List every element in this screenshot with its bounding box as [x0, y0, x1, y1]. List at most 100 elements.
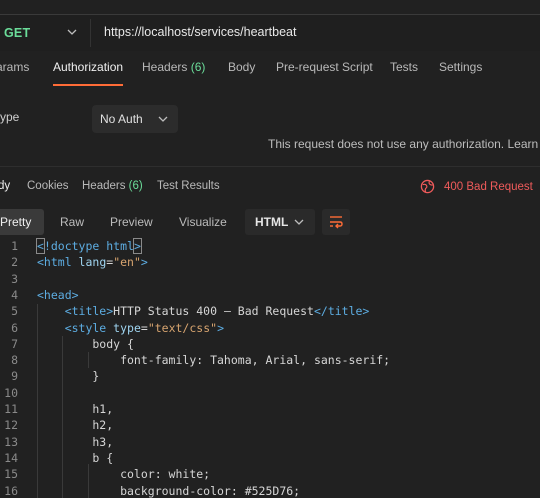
- app-window: GET https://localhost/services/heartbeat…: [0, 0, 540, 498]
- code-line: 1 <!doctype html>: [0, 238, 540, 254]
- chevron-down-icon: [67, 29, 77, 35]
- code-text: }: [37, 368, 99, 384]
- line-number: 6: [11, 320, 18, 335]
- code-token: !doctype html: [43, 239, 134, 253]
- code-token: "en": [113, 255, 141, 270]
- active-tab-indicator: [53, 84, 123, 86]
- response-status[interactable]: 400 Bad Request 2: [420, 179, 540, 194]
- line-number: 1: [11, 239, 18, 253]
- tab-params[interactable]: arams: [0, 60, 29, 74]
- view-visualize-button[interactable]: Visualize: [179, 209, 227, 235]
- tab-tests[interactable]: Tests: [390, 60, 418, 74]
- code-line: 13 h3,: [0, 434, 540, 450]
- code-token: h1,: [37, 402, 114, 416]
- line-number: 16: [4, 483, 18, 498]
- tab-body[interactable]: Body: [228, 60, 255, 74]
- code-token: font-family: Tahoma, Arial, sans-serif;: [37, 353, 391, 368]
- wrap-icon: [330, 216, 343, 229]
- code-text: body {: [37, 336, 134, 352]
- auth-type-value: No Auth: [100, 112, 143, 126]
- tab-headers-label: Headers: [142, 60, 188, 74]
- code-line: 3: [0, 271, 540, 287]
- wrap-lines-button[interactable]: [322, 209, 350, 235]
- view-raw-label: Raw: [60, 215, 85, 229]
- code-token: body {: [37, 336, 134, 351]
- code-line: 10: [0, 385, 540, 401]
- code-token: </title>: [313, 304, 370, 319]
- tab-response-headers[interactable]: Headers (6): [82, 180, 143, 192]
- line-number: 8: [11, 353, 18, 368]
- code-text: h3,: [37, 434, 113, 450]
- tab-response-body[interactable]: dy: [0, 180, 10, 192]
- code-token: <head>: [37, 287, 79, 302]
- code-text: <style type="text/css">: [37, 320, 224, 336]
- code-line: 6 <style type="text/css">: [0, 320, 540, 336]
- code-token: color: white;: [37, 467, 211, 482]
- line-number: 4: [11, 287, 18, 302]
- method-select[interactable]: GET: [0, 15, 90, 51]
- code-line: 4 <head>: [0, 287, 540, 303]
- code-token: lang: [78, 255, 107, 270]
- status-badge: 400 Bad Request: [444, 180, 533, 193]
- code-text: color: white;: [37, 466, 210, 482]
- code-token: >: [140, 255, 148, 270]
- tab-settings[interactable]: Settings: [439, 60, 482, 74]
- code-line: 12 h2,: [0, 417, 540, 433]
- tab-headers-count: (6): [190, 60, 206, 74]
- code-token: <html: [37, 255, 79, 270]
- code-line: 2 <html lang="en">: [0, 254, 540, 270]
- code-token: >: [132, 238, 142, 254]
- view-pretty-button[interactable]: Pretty: [0, 209, 44, 235]
- method-label: GET: [4, 26, 31, 40]
- view-visualize-label: Visualize: [179, 215, 227, 229]
- line-number: 3: [11, 271, 18, 286]
- code-token: <: [36, 238, 45, 254]
- tab-pre-request-script[interactable]: Pre-request Script: [276, 60, 373, 74]
- view-pretty-label: Pretty: [0, 215, 32, 229]
- code-text: font-family: Tahoma, Arial, sans-serif;: [37, 352, 390, 368]
- view-preview-button[interactable]: Preview: [110, 209, 153, 235]
- code-line: 9 }: [0, 368, 540, 384]
- line-number: 14: [4, 450, 18, 465]
- code-line: 8 font-family: Tahoma, Arial, sans-serif…: [0, 352, 540, 368]
- chevron-down-icon: [158, 116, 168, 122]
- code-line: 7 body {: [0, 336, 540, 352]
- code-token: =: [140, 320, 148, 335]
- code-line: 15 color: white;: [0, 466, 540, 482]
- tab-authorization[interactable]: Authorization: [53, 60, 123, 74]
- tab-cookies[interactable]: Cookies: [27, 180, 69, 192]
- divider: [90, 19, 91, 47]
- code-text: background-color: #525D76;: [37, 483, 300, 498]
- code-line: 14 b {: [0, 450, 540, 466]
- globe-icon: [420, 179, 435, 194]
- tab-test-results[interactable]: Test Results: [157, 180, 220, 192]
- line-number: 10: [4, 385, 18, 400]
- line-number: 12: [4, 418, 18, 433]
- code-text: h1,: [37, 401, 113, 417]
- auth-type-label: ype: [0, 110, 20, 124]
- code-text: h2,: [37, 417, 113, 433]
- url-input[interactable]: https://localhost/services/heartbeat: [104, 25, 296, 39]
- tab-response-headers-label: Headers: [82, 180, 126, 192]
- auth-type-select[interactable]: No Auth: [92, 105, 178, 133]
- tab-response-headers-count: (6): [128, 180, 143, 192]
- line-number: 2: [11, 255, 18, 270]
- line-number: 11: [4, 402, 18, 416]
- request-bar: GET https://localhost/services/heartbeat: [0, 14, 540, 51]
- tab-headers[interactable]: Headers (6): [142, 60, 205, 74]
- format-value: HTML: [255, 215, 289, 229]
- code-token: background-color: #525D76;: [37, 483, 301, 498]
- response-toolbar: Pretty Raw Preview Visualize HTML: [0, 209, 540, 235]
- line-number: 7: [11, 336, 18, 351]
- code-token: <style: [37, 320, 114, 335]
- code-token: HTTP Status 400 – Bad Request: [113, 304, 314, 319]
- code-text: <title>HTTP Status 400 – Bad Request</ti…: [37, 303, 370, 319]
- response-body-code[interactable]: 1 <!doctype html> 2 <html lang="en"> 3 4 <head…: [0, 238, 540, 498]
- code-token: <title>: [37, 304, 114, 319]
- view-raw-button[interactable]: Raw: [60, 209, 84, 235]
- format-select[interactable]: HTML: [245, 209, 315, 235]
- line-number: 5: [11, 304, 18, 319]
- code-text: b {: [37, 450, 113, 466]
- code-text: <!doctype html>: [36, 238, 142, 254]
- code-token: h3,: [37, 434, 114, 449]
